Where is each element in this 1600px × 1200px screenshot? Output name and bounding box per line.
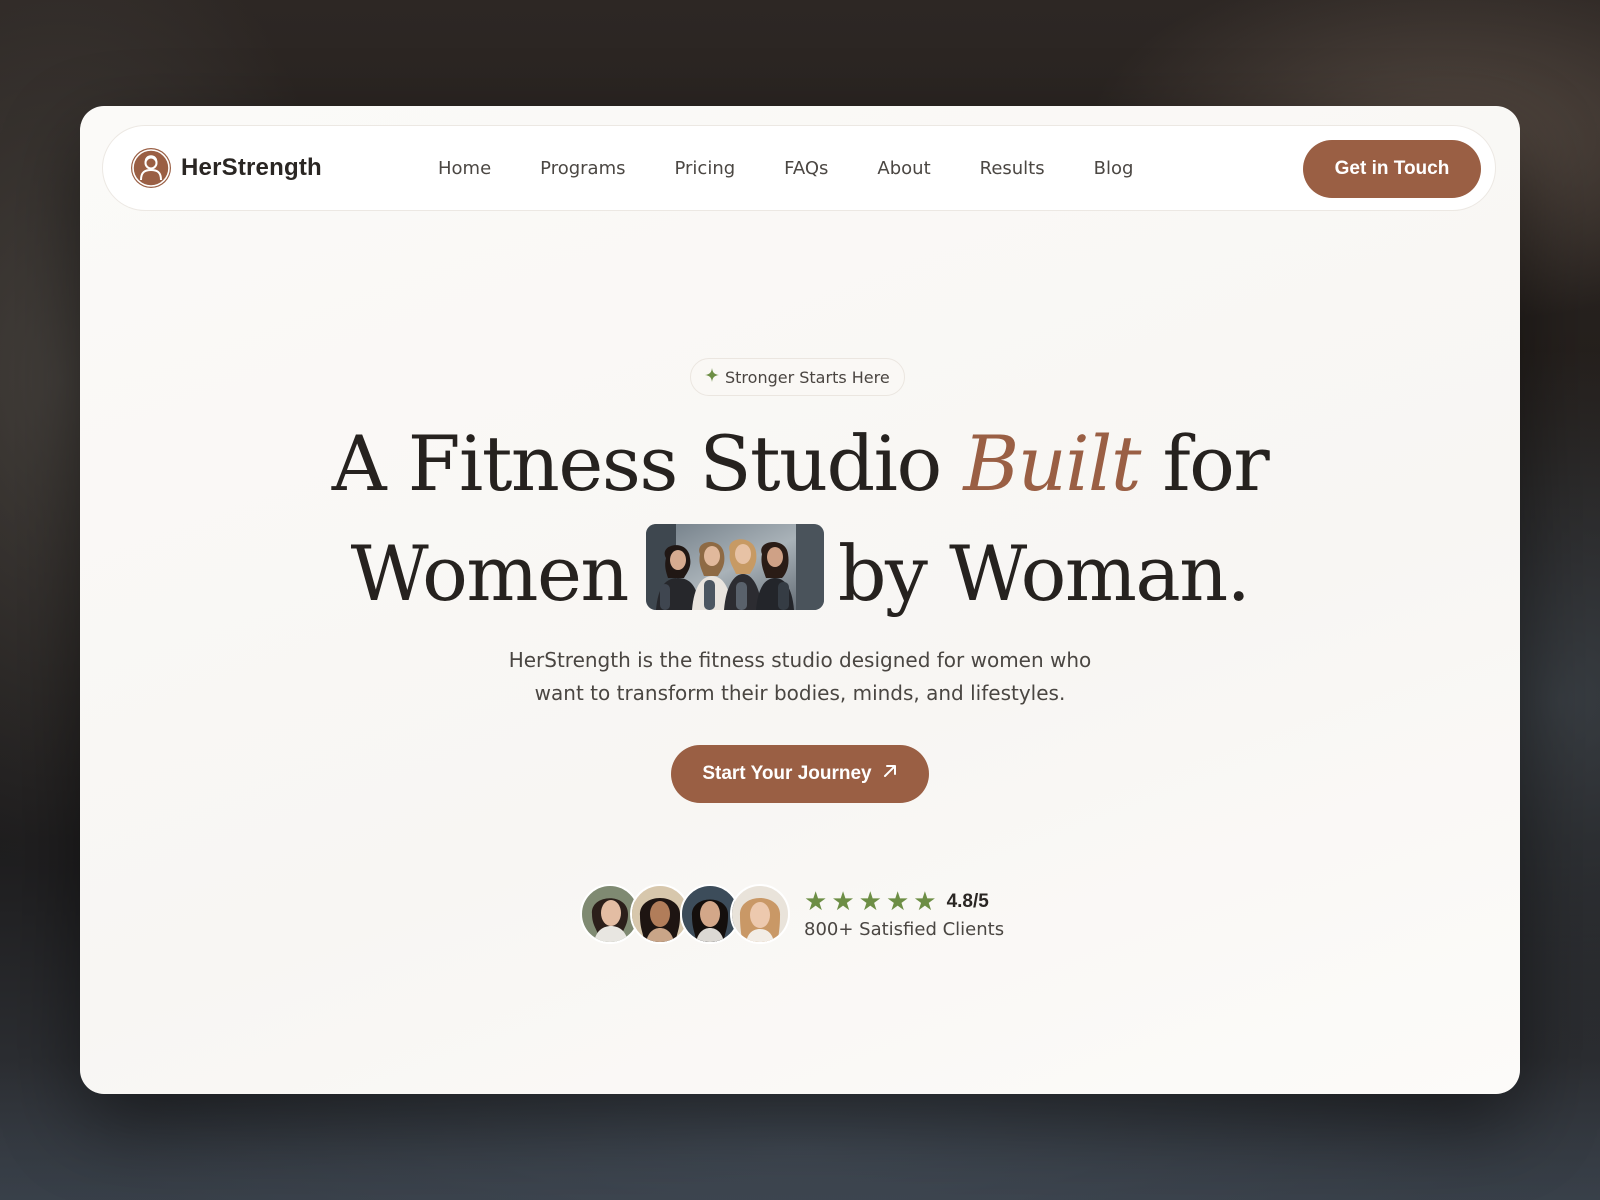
rating-value: 4.8/5 — [946, 890, 989, 912]
star-icon: ★ — [913, 886, 937, 917]
star-icon: ★ — [804, 886, 828, 917]
star-icon: ★ — [885, 886, 910, 917]
start-your-journey-label: Start Your Journey — [702, 763, 872, 784]
headline-line2-after: by Woman. — [837, 529, 1251, 618]
tagline-badge: Stronger Starts Here — [690, 358, 905, 396]
hero-description-line-2: want to transform their bodies, minds, a… — [534, 681, 1066, 705]
social-proof: ★ ★ ★ ★ ★ 4.8/5 800+ Satisfied Clients — [580, 882, 1004, 946]
client-avatar-4 — [730, 884, 790, 944]
tagline-text: Stronger Starts Here — [725, 367, 890, 387]
headline-accent: Built — [963, 419, 1141, 508]
client-avatars — [580, 884, 790, 944]
start-your-journey-button[interactable]: Start Your Journey — [671, 745, 929, 803]
headline-text-after: for — [1139, 419, 1270, 508]
rating-block: ★ ★ ★ ★ ★ 4.8/5 800+ Satisfied Clients — [804, 889, 1004, 940]
hero-description: HerStrength is the fitness studio design… — [80, 644, 1520, 710]
hero-description-line-1: HerStrength is the fitness studio design… — [508, 648, 1092, 672]
sparkle-icon — [705, 367, 719, 387]
hero-section: Stronger Starts Here A Fitness Studio Bu… — [80, 106, 1520, 1094]
group-of-women-with-yoga-mats-photo — [645, 524, 824, 610]
rating-row: ★ ★ ★ ★ ★ 4.8/5 — [804, 889, 1004, 915]
headline-line-2: Women by Woman. — [80, 524, 1520, 612]
headline-text-before: A Fitness Studio — [331, 419, 964, 508]
star-icon: ★ — [858, 886, 882, 917]
headline-line-1: A Fitness Studio Built for — [80, 426, 1520, 502]
star-icon: ★ — [831, 886, 855, 917]
website-card: HerStrength Home Programs Pricing FAQs A… — [80, 106, 1520, 1094]
headline-line2-before: Women — [350, 529, 630, 618]
satisfied-clients-count: 800+ Satisfied Clients — [804, 918, 1005, 940]
arrow-up-right-icon — [882, 763, 898, 785]
